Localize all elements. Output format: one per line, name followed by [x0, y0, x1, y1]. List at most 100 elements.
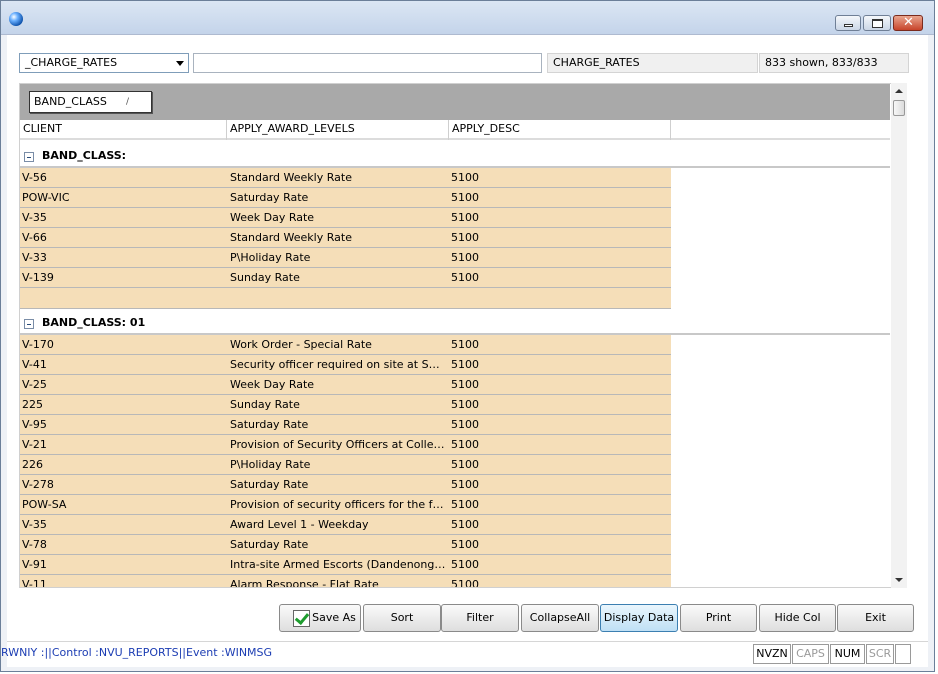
print-button[interactable]: Print	[680, 604, 757, 632]
table-row[interactable]: V-35 Week Day Rate 5100	[20, 208, 671, 228]
record-count-field: 833 shown, 833/833	[759, 53, 909, 73]
table-row[interactable]: V-78 Saturday Rate 5100	[20, 535, 671, 555]
cell-apply-desc: 5100	[451, 378, 479, 391]
cell-client: POW-SA	[22, 498, 67, 511]
resize-grip[interactable]	[895, 644, 911, 664]
close-window-button[interactable]: ✕	[893, 15, 923, 31]
table-row[interactable]: V-33 P\Holiday Rate 5100	[20, 248, 671, 268]
cell-apply-desc: 5100	[451, 251, 479, 264]
group-by-chip[interactable]: BAND_CLASS /	[29, 91, 152, 113]
cell-client: V-170	[22, 338, 54, 351]
status-message: RWNIY :||Control :NVU_REPORTS||Event :WI…	[1, 646, 273, 659]
cell-client: V-33	[22, 251, 47, 264]
table-row[interactable]: V-41 Security officer required on site at…	[20, 355, 671, 375]
table-row[interactable]: V-11 Alarm Response - Flat Rate 5100	[20, 575, 671, 588]
sort-indicator-icon: /	[125, 97, 129, 107]
collapse-toggle-icon[interactable]	[24, 319, 34, 329]
table-row[interactable]: V-21 Provision of Security Officers at Co…	[20, 435, 671, 455]
cell-client: 225	[22, 398, 43, 411]
cell-apply-desc: 5100	[451, 231, 479, 244]
table-row[interactable]: V-25 Week Day Rate 5100	[20, 375, 671, 395]
sort-button[interactable]: Sort	[363, 604, 441, 632]
cell-client: V-11	[22, 578, 47, 588]
scroll-up-icon[interactable]	[895, 89, 903, 93]
table-row[interactable]: V-170 Work Order - Special Rate 5100	[20, 335, 671, 355]
table-row[interactable]: V-95 Saturday Rate 5100	[20, 415, 671, 435]
cell-apply-desc: 5100	[451, 271, 479, 284]
client-area: _CHARGE_RATES CHARGE_RATES 833 shown, 83…	[1, 35, 928, 667]
table-row[interactable]: V-91 Intra-site Armed Escorts (Dandenong …	[20, 555, 671, 575]
cell-apply-desc: 5100	[451, 418, 479, 431]
scroll-down-icon[interactable]	[895, 578, 903, 582]
chevron-down-icon[interactable]	[176, 61, 184, 66]
cell-apply-award-levels: Standard Weekly Rate	[230, 231, 352, 244]
search-input[interactable]	[193, 53, 542, 73]
cell-client: V-35	[22, 518, 47, 531]
cell-apply-award-levels: Work Order - Special Rate	[230, 338, 372, 351]
cell-client: V-91	[22, 558, 47, 571]
collapse-all-button[interactable]: CollapseAll	[521, 604, 599, 632]
exit-button[interactable]: Exit	[837, 604, 914, 632]
group-header[interactable]: BAND_CLASS:	[20, 142, 890, 168]
table-row[interactable]: V-56 Standard Weekly Rate 5100	[20, 168, 671, 188]
filter-button[interactable]: Filter	[441, 604, 519, 632]
data-grid: BAND_CLASS / CLIENT APPLY_AWARD_LEVELS A…	[19, 83, 902, 588]
cell-apply-award-levels: Provision of security officers for the f…	[230, 498, 447, 511]
collapse-toggle-icon[interactable]	[24, 152, 34, 162]
save-as-button[interactable]: Save As	[279, 604, 361, 632]
cell-apply-desc: 5100	[451, 191, 479, 204]
cell-client: V-35	[22, 211, 47, 224]
title-bar[interactable]: ✕	[1, 1, 934, 35]
cell-apply-award-levels: Provision of Security Officers at Colleg…	[230, 438, 447, 451]
table-row[interactable]: POW-VIC Saturday Rate 5100	[20, 188, 671, 208]
cell-apply-award-levels: Saturday Rate	[230, 191, 309, 204]
cell-apply-award-levels: Security officer required on site at SX …	[230, 358, 447, 371]
cell-apply-desc: 5100	[451, 398, 479, 411]
cell-apply-desc: 5100	[451, 358, 479, 371]
checkbox-check-icon	[293, 610, 310, 627]
cell-apply-award-levels: Alarm Response - Flat Rate	[230, 578, 379, 588]
table-row[interactable]: V-278 Saturday Rate 5100	[20, 475, 671, 495]
column-header-client[interactable]: CLIENT	[20, 120, 227, 140]
maximize-button[interactable]	[863, 15, 891, 31]
group-header[interactable]: BAND_CLASS: 01	[20, 309, 890, 335]
cell-client: V-78	[22, 538, 47, 551]
table-row[interactable]: V-139 Sunday Rate 5100	[20, 268, 671, 288]
cell-client: 226	[22, 458, 43, 471]
num-indicator: NUM	[830, 644, 865, 664]
cell-apply-desc: 5100	[451, 578, 479, 588]
table-row[interactable]: POW-SA Provision of security officers for…	[20, 495, 671, 515]
cell-apply-desc: 5100	[451, 558, 479, 571]
cell-client: V-139	[22, 271, 54, 284]
cell-client: V-95	[22, 418, 47, 431]
cell-apply-award-levels: P\Holiday Rate	[230, 251, 311, 264]
group-header-label: BAND_CLASS: 01	[42, 316, 146, 329]
scroll-thumb[interactable]	[893, 100, 905, 116]
display-data-button[interactable]: Display Data	[600, 604, 678, 632]
minimize-button[interactable]	[835, 15, 861, 31]
group-header-label: BAND_CLASS:	[42, 149, 127, 162]
cell-apply-desc: 5100	[451, 538, 479, 551]
nvzn-indicator: NVZN	[753, 644, 791, 664]
column-header-apply-award-levels[interactable]: APPLY_AWARD_LEVELS	[227, 120, 449, 140]
cell-client: V-21	[22, 438, 47, 451]
table-row[interactable]: V-35 Award Level 1 - Weekday 5100	[20, 515, 671, 535]
app-globe-icon	[9, 12, 23, 26]
group-by-label: BAND_CLASS	[34, 95, 107, 108]
cell-apply-desc: 5100	[451, 338, 479, 351]
vertical-scrollbar[interactable]	[891, 83, 907, 588]
cell-apply-award-levels: Sunday Rate	[230, 271, 300, 284]
maximize-icon	[872, 19, 883, 28]
close-icon: ✕	[903, 15, 914, 30]
table-row[interactable]: 225 Sunday Rate 5100	[20, 395, 671, 415]
report-select[interactable]: _CHARGE_RATES	[19, 53, 189, 73]
column-header-apply-desc[interactable]: APPLY_DESC	[449, 120, 671, 140]
cell-apply-award-levels: Saturday Rate	[230, 478, 309, 491]
hide-col-button[interactable]: Hide Col	[759, 604, 836, 632]
table-row[interactable]: V-66 Standard Weekly Rate 5100	[20, 228, 671, 248]
cell-apply-desc: 5100	[451, 478, 479, 491]
table-row[interactable]: 226 P\Holiday Rate 5100	[20, 455, 671, 475]
cell-apply-award-levels: P\Holiday Rate	[230, 458, 311, 471]
table-name-field: CHARGE_RATES	[547, 53, 758, 73]
cell-client: V-56	[22, 171, 47, 184]
